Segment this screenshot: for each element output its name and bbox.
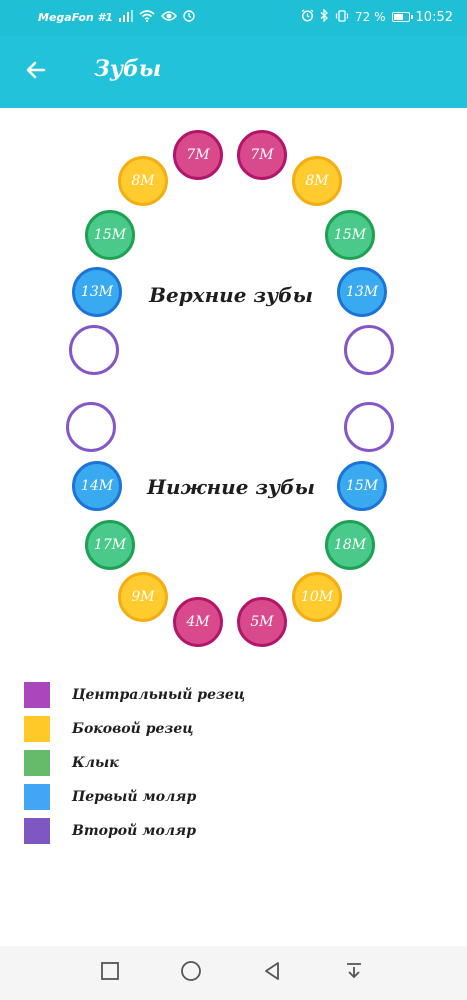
home-button[interactable] <box>176 958 206 988</box>
legend: Центральный резец Боковой резец Клык Пер… <box>24 678 245 848</box>
legend-label-canine: Клык <box>72 755 119 771</box>
legend-item-canine: Клык <box>24 746 245 780</box>
tooth-upper-left-central[interactable]: 7M <box>173 130 223 180</box>
legend-label-first-molar: Первый моляр <box>72 789 197 805</box>
square-icon <box>100 961 120 985</box>
status-right: 72 % 10:52 <box>301 8 453 25</box>
legend-swatch-canine <box>24 750 50 776</box>
upper-jaw-label: Верхние зубы <box>149 283 313 307</box>
legend-swatch-central <box>24 682 50 708</box>
legend-item-lateral: Боковой резец <box>24 712 245 746</box>
tooth-label: 4M <box>186 614 210 630</box>
lower-jaw-label: Нижние зубы <box>147 475 315 499</box>
status-bar: MegaFon #1 72 % 10:52 <box>0 0 467 36</box>
clock-time: 10:52 <box>415 9 453 25</box>
tooth-label: 13M <box>345 284 379 300</box>
clock-icon <box>183 10 195 25</box>
tooth-label: 10M <box>300 589 334 605</box>
tooth-upper-left-canine[interactable]: 15M <box>85 210 135 260</box>
legend-swatch-lateral <box>24 716 50 742</box>
tooth-label: 8M <box>131 173 155 189</box>
tooth-lower-left-first-molar[interactable]: 14M <box>72 461 122 511</box>
tooth-label: 18M <box>333 537 367 553</box>
legend-swatch-second-molar <box>24 818 50 844</box>
wifi-icon <box>139 10 155 25</box>
system-nav-bar <box>0 946 467 1000</box>
back-system-button[interactable] <box>257 958 287 988</box>
legend-swatch-first-molar <box>24 784 50 810</box>
legend-item-second-molar: Второй моляр <box>24 814 245 848</box>
tooth-lower-right-lateral[interactable]: 10M <box>292 572 342 622</box>
legend-item-first-molar: Первый моляр <box>24 780 245 814</box>
carrier-name: MegaFon #1 <box>38 11 113 24</box>
bluetooth-icon <box>320 8 329 25</box>
tooth-label: 7M <box>250 147 274 163</box>
tooth-label: 14M <box>80 478 114 494</box>
legend-label-lateral: Боковой резец <box>72 721 194 737</box>
arrow-left-icon <box>24 58 48 86</box>
tooth-label: 13M <box>80 284 114 300</box>
tooth-lower-right-canine[interactable]: 18M <box>325 520 375 570</box>
tooth-label: 15M <box>93 227 127 243</box>
status-left: MegaFon #1 <box>38 10 195 25</box>
tooth-lower-right-second-molar[interactable] <box>344 402 394 452</box>
tooth-label: 9M <box>131 589 155 605</box>
eye-icon <box>160 10 177 25</box>
tooth-label: 7M <box>186 147 210 163</box>
tooth-upper-left-first-molar[interactable]: 13M <box>72 267 122 317</box>
tooth-label: 8M <box>305 173 329 189</box>
alarm-icon <box>301 9 314 25</box>
tooth-upper-right-first-molar[interactable]: 13M <box>337 267 387 317</box>
tooth-lower-right-central[interactable]: 5M <box>237 597 287 647</box>
legend-label-second-molar: Второй моляр <box>72 823 196 839</box>
battery-icon <box>391 12 413 22</box>
tooth-label: 15M <box>345 478 379 494</box>
tooth-lower-left-second-molar[interactable] <box>66 402 116 452</box>
tooth-upper-left-lateral[interactable]: 8M <box>118 156 168 206</box>
tooth-upper-right-central[interactable]: 7M <box>237 130 287 180</box>
tooth-lower-right-first-molar[interactable]: 15M <box>337 461 387 511</box>
triangle-back-icon <box>262 961 282 985</box>
tooth-upper-right-canine[interactable]: 15M <box>325 210 375 260</box>
tooth-lower-left-central[interactable]: 4M <box>173 597 223 647</box>
notification-down-icon <box>344 961 364 985</box>
tooth-label: 15M <box>333 227 367 243</box>
tooth-label: 5M <box>250 614 274 630</box>
page-title: Зубы <box>94 56 162 82</box>
app-bar: Зубы <box>0 36 467 108</box>
tooth-lower-left-lateral[interactable]: 9M <box>118 572 168 622</box>
vibrate-icon <box>335 9 349 25</box>
back-button[interactable] <box>18 54 54 90</box>
tooth-lower-left-canine[interactable]: 17M <box>85 520 135 570</box>
battery-percent: 72 % <box>355 10 386 24</box>
notification-button[interactable] <box>339 958 369 988</box>
tooth-upper-left-second-molar[interactable] <box>69 325 119 375</box>
legend-label-central: Центральный резец <box>72 687 246 703</box>
tooth-upper-right-second-molar[interactable] <box>344 325 394 375</box>
circle-icon <box>180 960 202 986</box>
recents-button[interactable] <box>95 958 125 988</box>
legend-item-central: Центральный резец <box>24 678 245 712</box>
tooth-label: 17M <box>93 537 127 553</box>
tooth-upper-right-lateral[interactable]: 8M <box>292 156 342 206</box>
signal-icon <box>118 10 133 25</box>
